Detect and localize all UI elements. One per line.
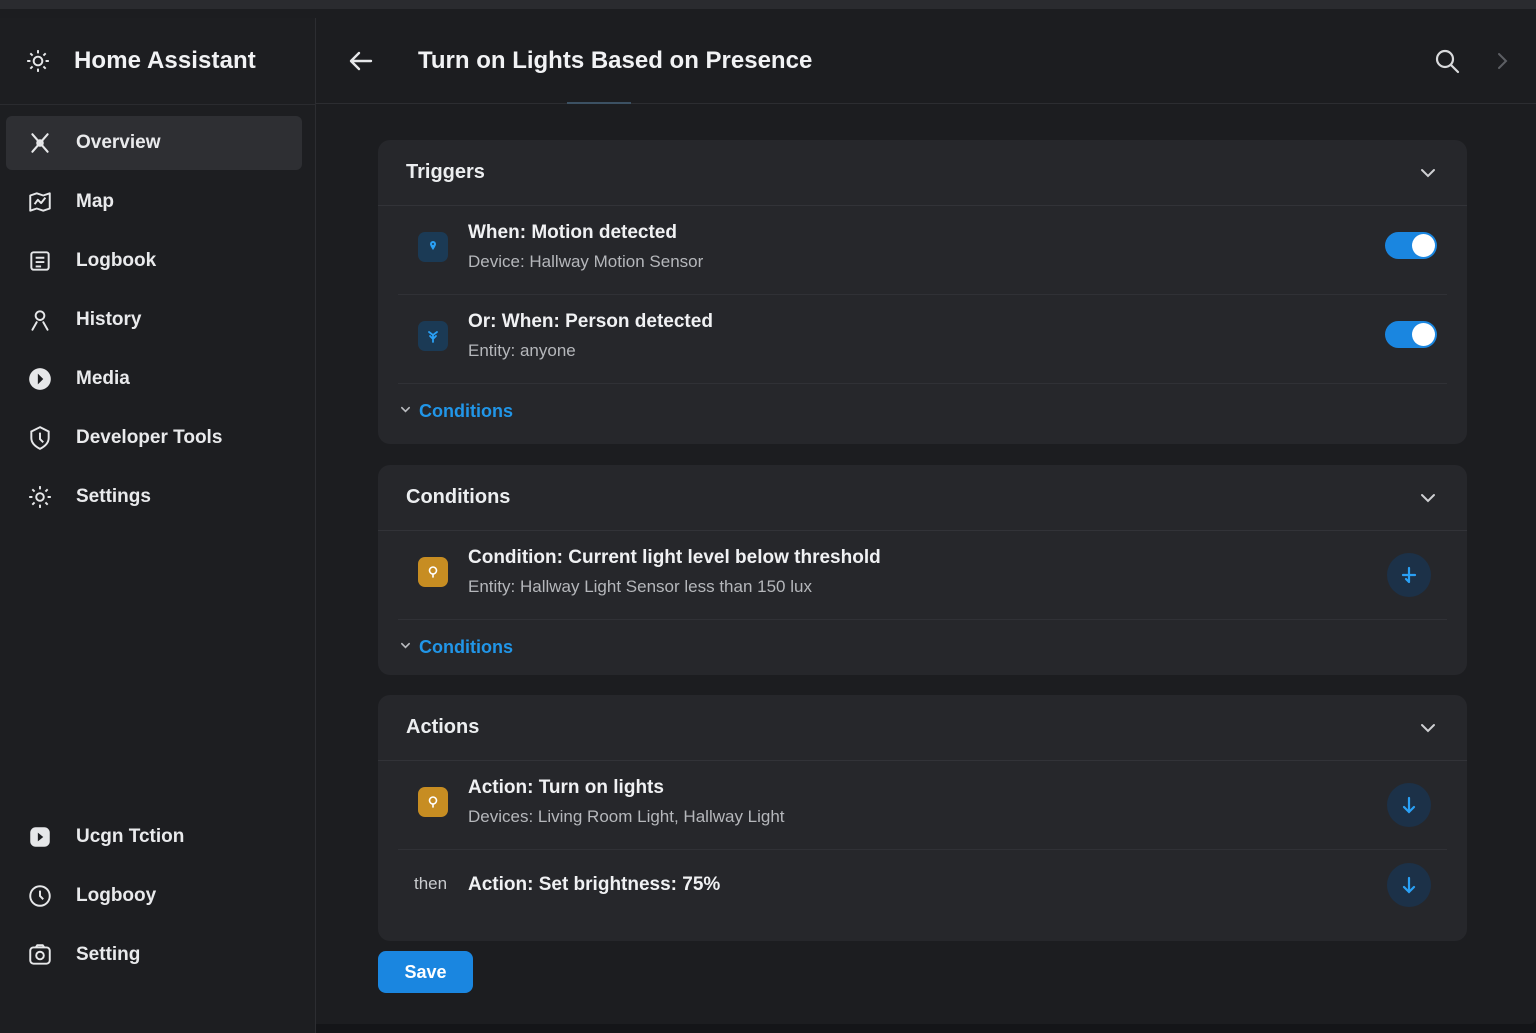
trigger-subtitle: Device: Hallway Motion Sensor [468,252,704,271]
trigger-enabled-toggle[interactable] [1385,321,1437,348]
chevron-down-icon[interactable] [1419,719,1437,737]
sidebar-item-label: Map [76,191,114,212]
logbook-icon [26,882,54,910]
sidebar-item-label: Developer Tools [76,427,223,448]
action-title: Action: Turn on lights [468,777,664,798]
condition-subtitle: Entity: Hallway Light Sensor less than 1… [468,577,812,596]
action-menu-button[interactable] [1387,863,1431,907]
conditions-card: Conditions Condition: Current light leve… [378,465,1467,675]
sidebar-item-overview[interactable]: Overview [6,116,302,170]
lightbulb-icon [418,557,448,587]
triggers-card: Triggers When: Motion detected Device: H… [378,140,1467,444]
action-row[interactable]: then Action: Set brightness: 75% [398,850,1447,939]
chevron-down-icon[interactable] [1419,164,1437,182]
top-bar: Turn on Lights Based on Presence [316,18,1536,104]
chevron-down-icon [400,638,411,656]
app-icon [26,823,54,851]
brand: Home Assistant [24,44,256,78]
add-conditions-link[interactable]: Conditions [378,620,1467,674]
logbook-icon [26,247,54,275]
sidebar: Home Assistant Overview Map Logbook Hist… [0,18,316,1033]
lightbulb-icon [418,787,448,817]
save-button[interactable]: Save [378,951,473,993]
toggle-knob [1412,323,1435,346]
media-icon [26,365,54,393]
card-title: Conditions [406,486,511,508]
condition-action-button[interactable] [1387,553,1431,597]
settings-icon [26,483,54,511]
card-title: Triggers [406,161,485,183]
sidebar-item-label: Logbooy [76,885,157,906]
condition-row[interactable]: Condition: Current light level below thr… [398,531,1447,620]
sidebar-item-label: Media [76,368,130,389]
sidebar-nav: Overview Map Logbook History Media Devel… [6,116,302,529]
sidebar-item-label: Overview [76,132,161,153]
chevron-right-icon[interactable] [1492,48,1512,74]
actions-header[interactable]: Actions [378,695,1467,761]
trigger-subtitle: Entity: anyone [468,341,576,360]
sidebar-item-history[interactable]: History [6,293,302,347]
trigger-enabled-toggle[interactable] [1385,232,1437,259]
search-icon[interactable] [1432,46,1462,76]
sidebar-bottom-nav: Ucgn Tction Logbooy Setting [6,810,302,987]
link-label: Conditions [419,400,513,421]
chevron-down-icon [400,402,411,420]
action-subtitle: Devices: Living Room Light, Hallway Ligh… [468,807,785,826]
trigger-title: Or: When: Person detected [468,311,713,332]
link-label: Conditions [419,636,513,657]
trigger-row[interactable]: When: Motion detected Device: Hallway Mo… [398,206,1447,295]
action-row[interactable]: Action: Turn on lights Devices: Living R… [398,761,1447,850]
sidebar-item-map[interactable]: Map [6,175,302,229]
sidebar-item-label: Logbook [76,250,157,271]
condition-title: Condition: Current light level below thr… [468,547,881,568]
sidebar-item-label: Ucgn Tction [76,826,185,847]
sidebar-item-setting[interactable]: Setting [6,928,302,982]
history-icon [26,306,54,334]
then-label: then [414,874,448,893]
sidebar-item-settings[interactable]: Settings [6,470,302,524]
chevron-down-icon[interactable] [1419,489,1437,507]
add-conditions-link[interactable]: Conditions [378,384,1467,438]
automation-editor: Triggers When: Motion detected Device: H… [316,105,1536,1033]
sidebar-item-app[interactable]: Ucgn Tction [6,810,302,864]
overview-icon [26,129,54,157]
sidebar-item-label: History [76,309,142,330]
sidebar-item-label: Settings [76,486,151,507]
sidebar-item-logbook[interactable]: Logbook [6,234,302,288]
map-icon [26,188,54,216]
back-arrow-icon[interactable] [346,46,376,76]
developer-tools-icon [26,424,54,452]
app-title: Home Assistant [74,47,256,74]
triggers-header[interactable]: Triggers [378,140,1467,206]
action-title: Action: Set brightness: 75% [468,874,721,895]
action-menu-button[interactable] [1387,783,1431,827]
tab-indicator [567,102,631,104]
trigger-title: When: Motion detected [468,222,677,243]
sidebar-divider [0,104,316,105]
actions-card: Actions Action: Turn on lights Devices: … [378,695,1467,941]
trigger-row[interactable]: Or: When: Person detected Entity: anyone [398,295,1447,384]
conditions-header[interactable]: Conditions [378,465,1467,531]
motion-sensor-icon [418,232,448,262]
page-title: Turn on Lights Based on Presence [418,47,813,74]
toggle-knob [1412,234,1435,257]
sidebar-item-logbook-bottom[interactable]: Logbooy [6,869,302,923]
sidebar-item-label: Setting [76,944,141,965]
app-window: Home Assistant Overview Map Logbook Hist… [0,0,1536,1033]
person-sensor-icon [418,321,448,351]
sidebar-item-developer-tools[interactable]: Developer Tools [6,411,302,465]
settings-icon [26,941,54,969]
sidebar-item-media[interactable]: Media [6,352,302,406]
card-title: Actions [406,716,480,738]
home-assistant-logo-icon [24,47,52,75]
